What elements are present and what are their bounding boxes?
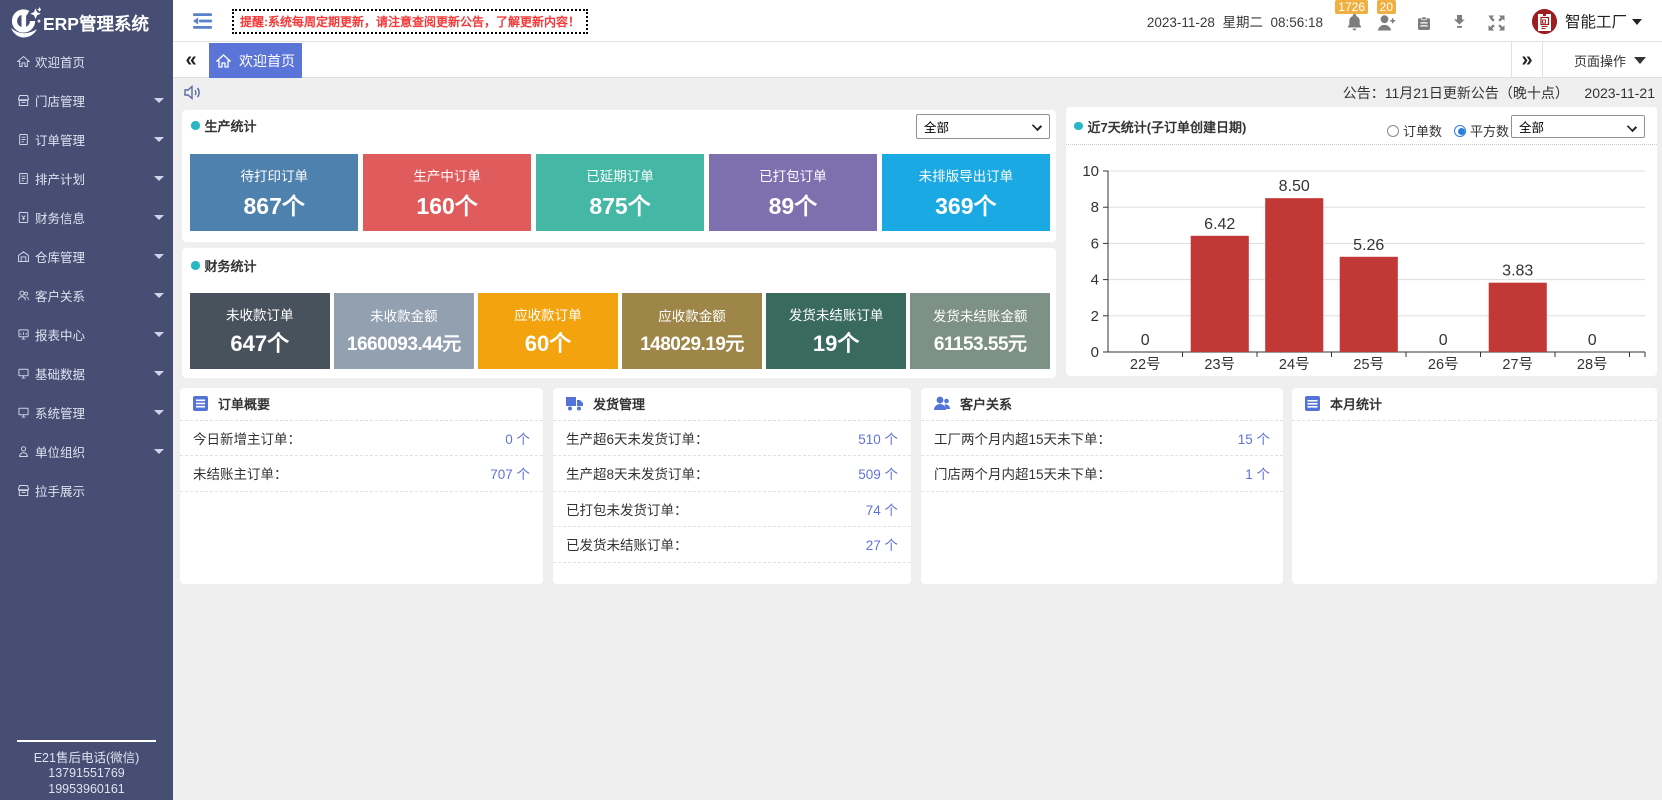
svg-text:5.26: 5.26: [1353, 237, 1384, 254]
svg-text:25号: 25号: [1353, 357, 1384, 373]
svg-text:0: 0: [1091, 344, 1099, 361]
svg-text:6.42: 6.42: [1204, 216, 1235, 233]
svg-text:10: 10: [1082, 163, 1099, 180]
svg-text:6: 6: [1091, 235, 1099, 252]
svg-text:8: 8: [1091, 199, 1099, 216]
svg-text:22号: 22号: [1130, 357, 1161, 373]
svg-text:24号: 24号: [1279, 357, 1310, 373]
svg-text:0: 0: [1439, 332, 1448, 349]
svg-text:4: 4: [1091, 272, 1099, 289]
svg-text:27号: 27号: [1502, 357, 1533, 373]
svg-text:23号: 23号: [1204, 357, 1235, 373]
svg-text:28号: 28号: [1577, 357, 1608, 373]
svg-text:26号: 26号: [1428, 357, 1459, 373]
svg-text:8.50: 8.50: [1279, 178, 1310, 195]
svg-text:2: 2: [1091, 308, 1099, 325]
svg-text:3.83: 3.83: [1502, 263, 1533, 280]
svg-text:0: 0: [1588, 332, 1597, 349]
svg-text:0: 0: [1141, 332, 1150, 349]
